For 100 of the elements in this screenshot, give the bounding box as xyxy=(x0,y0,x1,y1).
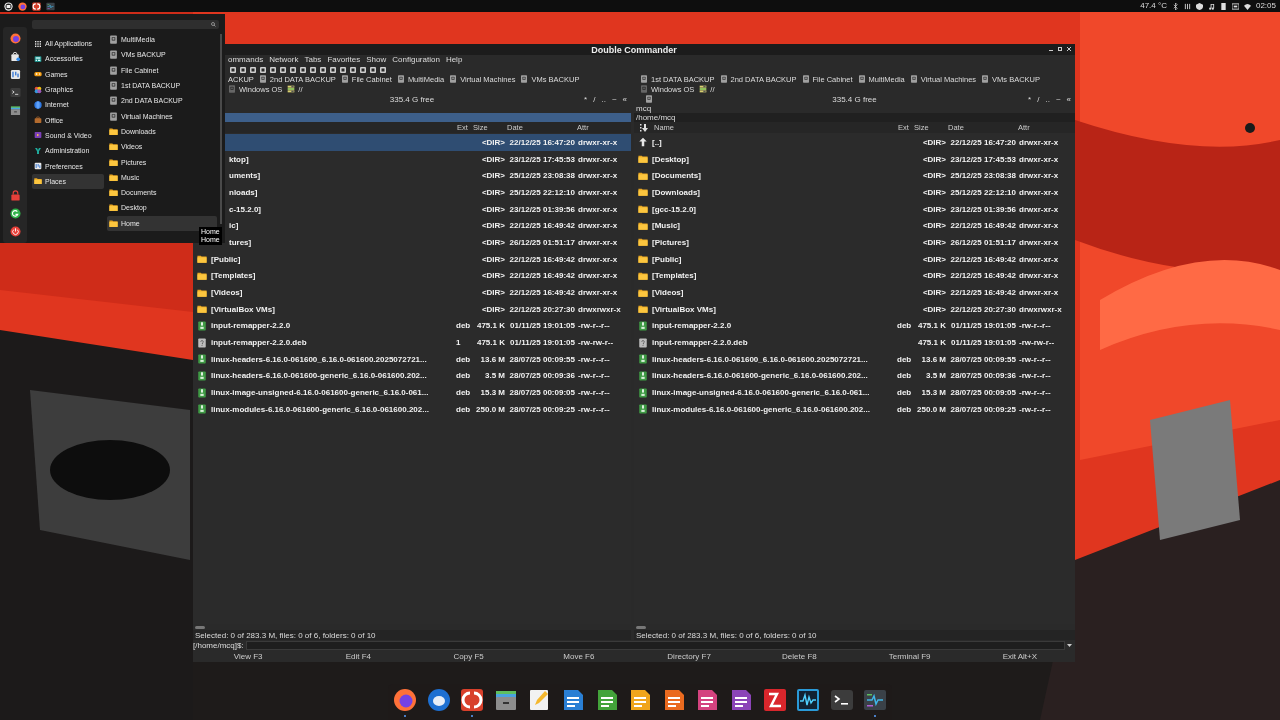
file-row[interactable]: linux-image-unsigned-6.16.0-061600-generic_6.16.0-061... deb 15.3 M 28/07/25 00:09:05 -rw-r--r-- xyxy=(634,384,1075,401)
menu-item[interactable]: Help xyxy=(445,55,463,65)
file-row[interactable]: [Music] <DIR> 22/12/25 16:49:42 drwxr-xr-x xyxy=(634,217,1075,235)
nav-button[interactable]: * xyxy=(584,94,588,104)
file-row[interactable]: input-remapper-2.2.0.deb 475.1 K 01/11/25 19:01:05 -rw-rw-r-- xyxy=(634,334,1075,351)
maximize-icon[interactable] xyxy=(1058,47,1062,51)
globe-icon[interactable] xyxy=(18,1,27,11)
shield-icon[interactable] xyxy=(1195,2,1203,10)
file-row[interactable]: input-remapper-2.2.0 deb 475.1 K 01/11/25 19:01:05 -rw-r--r-- xyxy=(193,317,631,335)
function-key-button[interactable]: Directory F7 xyxy=(634,651,745,662)
drive-icon[interactable] xyxy=(520,75,529,83)
drive-icon[interactable] xyxy=(645,95,653,103)
lock-icon[interactable] xyxy=(9,190,21,201)
scrollbar-thumb[interactable] xyxy=(636,625,646,629)
file-row[interactable]: linux-image-unsigned-6.16.0-061600-generic_6.16.0-061... deb 15.3 M 28/07/25 00:09:05 -rw-r--r-- xyxy=(193,384,631,401)
music-note-icon[interactable] xyxy=(1207,2,1215,10)
file-row[interactable]: [Desktop] <DIR> 23/12/25 17:45:53 drwxr-xr-x xyxy=(634,150,1075,168)
file-row[interactable]: linux-modules-6.16.0-061600-generic_6.16.0-061600.202... deb 250.0 M 28/07/25 00:09:25 -rw-r--r-- xyxy=(193,401,631,418)
globe-icon[interactable] xyxy=(393,688,417,712)
file-row[interactable]: linux-modules-6.16.0-061600-generic_6.16.0-061600.202... deb 250.0 M 28/07/25 00:09:25 -rw-r--r-- xyxy=(634,401,1075,418)
drive-icon[interactable] xyxy=(801,75,810,83)
file-row[interactable]: [Videos] <DIR> 22/12/25 16:49:42 drwxr-xr-x xyxy=(193,284,631,301)
menu-item[interactable]: Tabs xyxy=(304,55,322,65)
file-row[interactable]: linux-headers-6.16.0-061600_6.16.0-061600.2025072721... deb 13.6 M 28/07/25 00:09:55 -rw-r--r-- xyxy=(193,350,631,368)
function-key-button[interactable]: Copy F5 xyxy=(413,651,524,662)
sort-icon[interactable] xyxy=(640,123,648,132)
drive-icon[interactable] xyxy=(258,75,267,83)
drawer-icon[interactable] xyxy=(9,105,21,116)
caret-icon[interactable] xyxy=(1067,643,1072,648)
scrollbar-thumb[interactable] xyxy=(195,625,205,629)
menu-item[interactable]: Show xyxy=(366,55,387,65)
shopping-bag-icon[interactable] xyxy=(9,51,21,62)
bluetooth-icon[interactable] xyxy=(1171,2,1179,10)
path-bar[interactable]: /home/mcq xyxy=(634,113,1075,122)
menu-item[interactable]: ommands xyxy=(228,55,264,65)
globe-icon[interactable] xyxy=(9,33,21,44)
nav-button[interactable]: ~ xyxy=(611,94,617,104)
activity-graph-icon[interactable] xyxy=(863,688,888,712)
function-key-button[interactable]: Move F6 xyxy=(523,651,634,662)
file-row[interactable]: [Public] <DIR> 22/12/25 16:49:42 drwxr-xr-x xyxy=(193,250,631,268)
activity-graph-icon[interactable] xyxy=(46,1,55,11)
menu-item[interactable]: Network xyxy=(269,55,299,65)
power-icon[interactable] xyxy=(9,226,21,237)
tab[interactable]: mcq xyxy=(636,104,652,113)
file-row[interactable]: [Documents] <DIR> 25/12/25 23:08:38 drwxr-xr-x xyxy=(634,167,1075,185)
file-row[interactable]: [gcc-15.2.0] <DIR> 23/12/25 01:39:56 drwxr-xr-x xyxy=(634,200,1075,218)
function-key-button[interactable]: Exit Alt+X xyxy=(964,651,1075,662)
logout-icon[interactable] xyxy=(9,208,21,219)
file-row[interactable]: [Videos] <DIR> 22/12/25 16:49:42 drwxr-xr-x xyxy=(634,284,1075,301)
nav-button[interactable]: .. xyxy=(1045,94,1050,104)
menu-item[interactable]: Configuration xyxy=(392,55,440,65)
file-row[interactable]: [..] <DIR> 22/12/25 16:47:20 drwxr-xr-x xyxy=(634,134,1075,151)
presentation-icon[interactable] xyxy=(628,688,653,712)
bird-icon[interactable] xyxy=(426,688,451,712)
function-key-button[interactable]: View F3 xyxy=(193,651,304,662)
settings-icon[interactable] xyxy=(9,69,21,80)
file-row[interactable]: [Templates] <DIR> 22/12/25 16:49:42 drwxr-xr-x xyxy=(634,267,1075,285)
terminal-icon[interactable] xyxy=(829,688,854,712)
search-field[interactable] xyxy=(32,20,219,29)
drive-icon[interactable] xyxy=(719,75,728,83)
file-row[interactable]: linux-headers-6.16.0-061600-generic_6.16.0-061600.202... deb 3.5 M 28/07/25 00:09:36 -rw-r--r-- xyxy=(634,367,1075,385)
function-key-button[interactable]: Edit F4 xyxy=(303,651,414,662)
terminal-icon[interactable] xyxy=(9,87,21,98)
drive-icon[interactable] xyxy=(981,75,990,83)
file-row[interactable]: linux-headers-6.16.0-061600_6.16.0-061600.2025072721... deb 13.6 M 28/07/25 00:09:55 -rw-r--r-- xyxy=(634,350,1075,368)
nav-button[interactable]: * xyxy=(1028,94,1032,104)
app-menu-icon[interactable] xyxy=(4,1,13,11)
stacked-disks-icon[interactable] xyxy=(699,85,708,93)
file-row[interactable]: [VirtualBox VMs] <DIR> 22/12/25 20:27:30 drwxrwxr-x xyxy=(634,300,1075,318)
drive-icon[interactable] xyxy=(340,75,349,83)
file-row[interactable]: [Downloads] <DIR> 25/12/25 22:12:10 drwxr-xr-x xyxy=(634,184,1075,201)
file-row[interactable]: [Templates] <DIR> 22/12/25 16:49:42 drwxr-xr-x xyxy=(193,267,631,285)
zigzag-icon[interactable] xyxy=(762,688,787,712)
file-row[interactable]: linux-headers-6.16.0-061600-generic_6.16.0-061600.202... deb 3.5 M 28/07/25 00:09:36 -rw-r--r-- xyxy=(193,367,631,385)
command-field[interactable] xyxy=(245,641,1065,650)
clipboard-icon[interactable] xyxy=(1219,2,1227,10)
nav-button[interactable]: « xyxy=(1066,94,1071,104)
nav-button[interactable]: « xyxy=(622,94,627,104)
waveform-icon[interactable] xyxy=(796,688,821,712)
menu-item[interactable]: Favorites xyxy=(327,55,361,65)
nav-button[interactable]: / xyxy=(1037,94,1040,104)
stacked-disks-icon[interactable] xyxy=(287,85,296,93)
drawer-icon[interactable] xyxy=(493,688,518,712)
file-row[interactable]: [Public] <DIR> 22/12/25 16:49:42 drwxr-xr-x xyxy=(634,250,1075,268)
nav-button[interactable]: / xyxy=(593,94,596,104)
drive-icon[interactable] xyxy=(909,75,918,83)
nav-button[interactable]: .. xyxy=(601,94,606,104)
function-key-button[interactable]: Delete F8 xyxy=(744,651,855,662)
formula-document-icon[interactable] xyxy=(695,688,720,712)
drive-icon[interactable] xyxy=(449,75,458,83)
file-row[interactable]: input-remapper-2.2.0.deb 1 475.1 K 01/11/25 19:01:05 -rw-rw-r-- xyxy=(193,334,631,351)
drive-icon[interactable] xyxy=(228,85,236,93)
drive-icon[interactable] xyxy=(857,75,866,83)
function-key-button[interactable]: Terminal F9 xyxy=(854,651,965,662)
wifi-icon[interactable] xyxy=(1243,2,1251,10)
drive-icon[interactable] xyxy=(396,75,405,83)
drive-icon[interactable] xyxy=(640,75,648,83)
file-row[interactable]: [VirtualBox VMs] <DIR> 22/12/25 20:27:30 drwxrwxr-x xyxy=(193,300,631,318)
file-row[interactable]: [Pictures] <DIR> 26/12/25 01:51:17 drwxr-xr-x xyxy=(634,234,1075,251)
file-row[interactable]: input-remapper-2.2.0 deb 475.1 K 01/11/25 19:01:05 -rw-r--r-- xyxy=(634,317,1075,335)
